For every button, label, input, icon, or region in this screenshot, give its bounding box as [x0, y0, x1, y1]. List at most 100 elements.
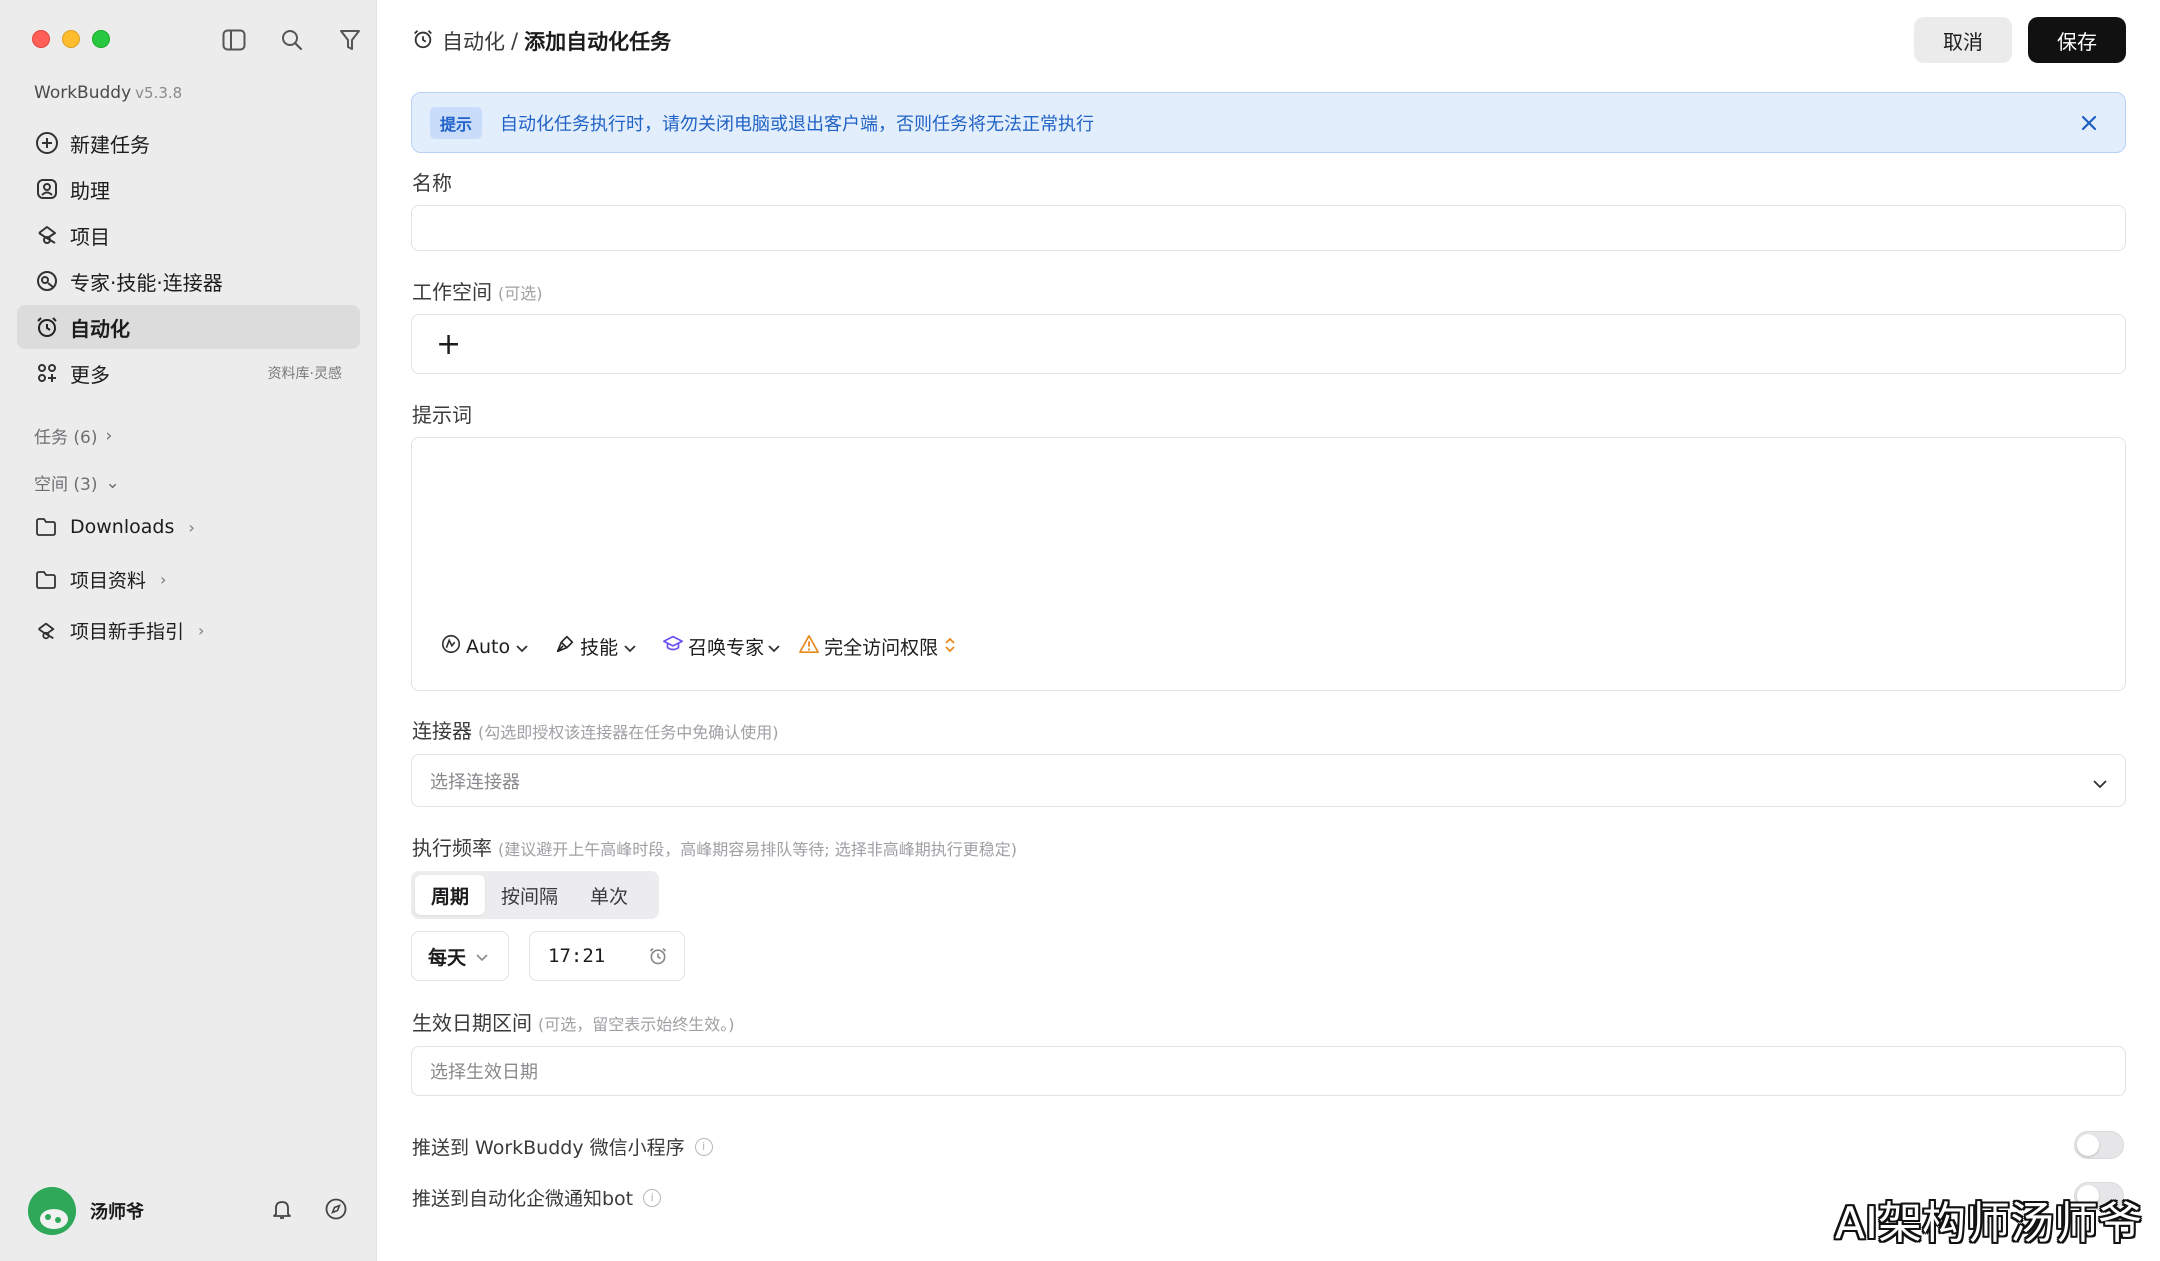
app-title: WorkBuddy: [34, 83, 132, 103]
compass-icon[interactable]: [324, 1197, 348, 1225]
user-actions: [270, 1197, 348, 1225]
date-range-picker[interactable]: 选择生效日期: [411, 1046, 2126, 1096]
push-wechat-label: 推送到 WorkBuddy 微信小程序: [412, 1137, 685, 1159]
sidebar-item-automation[interactable]: 自动化: [17, 305, 360, 349]
sidebar-item-sublabel: 资料库·灵感: [267, 366, 342, 382]
model-icon: [440, 633, 466, 660]
space-item-label: Downloads: [70, 516, 175, 538]
notice-message: 自动化任务执行时，请勿关闭电脑或退出客户端，否则任务将无法正常执行: [500, 113, 1095, 135]
prompt-label-text: 提示词: [412, 403, 472, 427]
sidebar-item-assistant[interactable]: 助理: [17, 167, 360, 211]
page-title: 添加自动化任务: [524, 30, 672, 54]
filter-icon[interactable]: [334, 24, 366, 56]
close-window-button[interactable]: [32, 30, 50, 48]
main-panel: 自动化 / 添加自动化任务 取消 保存 提示 自动化任务执行时，请勿关闭电脑或退…: [378, 0, 2160, 1261]
sidebar-item-new-task[interactable]: 新建任务: [17, 121, 360, 165]
chevron-down-icon: ⌄: [105, 472, 120, 493]
push-wechat-toggle[interactable]: [2074, 1131, 2124, 1159]
push-wechat-row: 推送到 WorkBuddy 微信小程序 i: [412, 1133, 713, 1160]
cancel-button[interactable]: 取消: [1914, 17, 2012, 63]
frequency-option-periodic[interactable]: 周期: [415, 875, 486, 915]
watermark: AI架构师汤师爷: [1834, 1198, 2142, 1249]
zoom-window-button[interactable]: [92, 30, 110, 48]
chevron-right-icon: ›: [160, 570, 167, 589]
frequency-segmented-control: 周期 按间隔 单次: [411, 871, 659, 919]
alarm-clock-icon: [412, 28, 434, 55]
expert-label: 召唤专家: [688, 637, 765, 659]
alarm-clock-icon: [648, 946, 668, 971]
minimize-window-button[interactable]: [62, 30, 80, 48]
push-wecom-row: 推送到自动化企微通知bot i: [412, 1184, 662, 1211]
breadcrumb-parent[interactable]: 自动化: [442, 26, 505, 56]
sidebar-item-more[interactable]: 更多 资料库·灵感: [17, 351, 360, 395]
spaces-group-label: 空间 (3): [34, 475, 98, 495]
space-item-project-materials[interactable]: 项目资料 ›: [34, 566, 166, 593]
folder-icon: [34, 515, 58, 539]
frequency-option-interval[interactable]: 按间隔: [485, 875, 574, 915]
skills-selector[interactable]: 技能: [554, 633, 640, 660]
expert-icon: [34, 268, 60, 294]
breadcrumb: 自动化 / 添加自动化任务: [412, 26, 671, 56]
bell-icon[interactable]: [270, 1197, 294, 1225]
workspace-picker[interactable]: +: [411, 314, 2126, 374]
grid-icon: [34, 360, 60, 386]
info-icon[interactable]: i: [643, 1188, 662, 1207]
connector-hint: (勾选即授权该连接器在任务中免确认使用): [478, 723, 779, 742]
space-item-project-guide[interactable]: 项目新手指引 ›: [34, 617, 204, 644]
prompt-toolbar: Auto 技能 召唤专家 完全访问权限: [440, 633, 982, 660]
avatar[interactable]: [28, 1187, 76, 1235]
sidebar-item-label: 助理: [70, 178, 110, 203]
app-version: v5.3.8: [135, 84, 183, 102]
frequency-option-once[interactable]: 单次: [574, 875, 644, 915]
window-controls: [32, 30, 110, 48]
folder-icon: [34, 568, 58, 592]
tasks-group-label: 任务 (6): [34, 428, 98, 448]
alarm-clock-icon: [34, 314, 60, 340]
connector-select[interactable]: 选择连接器: [411, 754, 2126, 807]
close-icon[interactable]: [2075, 109, 2103, 137]
repeat-select[interactable]: 每天: [411, 931, 509, 981]
sidebar-item-label: 更多: [70, 362, 110, 387]
chevron-down-icon: [516, 636, 532, 658]
time-input[interactable]: 17:21: [529, 931, 685, 981]
connector-label-text: 连接器: [412, 719, 472, 743]
expert-selector[interactable]: 召唤专家: [662, 633, 784, 660]
chevron-down-icon: [624, 636, 640, 658]
name-input[interactable]: [411, 205, 2126, 251]
add-workspace-button[interactable]: +: [430, 327, 461, 362]
info-icon[interactable]: i: [694, 1137, 713, 1156]
date-range-hint: (可选，留空表示始终生效。): [538, 1015, 735, 1034]
sidebar-item-label: 自动化: [70, 316, 130, 341]
chevron-right-icon: ›: [105, 425, 113, 446]
tasks-group-toggle[interactable]: 任务 (6) ›: [34, 423, 113, 449]
sidebar-item-label: 项目: [70, 224, 110, 249]
sidebar-item-project[interactable]: 项目: [17, 213, 360, 257]
warning-icon: [798, 634, 824, 659]
sidebar-item-label: 专家·技能·连接器: [70, 270, 223, 295]
spaces-group-toggle[interactable]: 空间 (3) ⌄: [34, 470, 120, 496]
workspace-label: 工作空间 (可选): [412, 276, 543, 305]
save-button[interactable]: 保存: [2028, 17, 2126, 63]
breadcrumb-separator: /: [511, 29, 519, 53]
model-selector[interactable]: Auto: [440, 633, 532, 660]
sidebar-item-label: 新建任务: [70, 132, 150, 157]
prompt-label: 提示词: [412, 399, 472, 428]
name-label-text: 名称: [412, 171, 452, 195]
app-name: WorkBuddy v5.3.8: [34, 83, 182, 103]
repeat-value: 每天: [428, 946, 467, 969]
notice-banner: 提示 自动化任务执行时，请勿关闭电脑或退出客户端，否则任务将无法正常执行: [411, 92, 2126, 153]
workspace-label-text: 工作空间: [412, 280, 492, 304]
sidebar-item-experts[interactable]: 专家·技能·连接器: [17, 259, 360, 303]
access-label: 完全访问权限: [824, 637, 939, 659]
date-range-placeholder: 选择生效日期: [430, 1062, 538, 1083]
time-value: 17:21: [548, 945, 606, 967]
toggle-knob: [2077, 1134, 2099, 1156]
search-icon[interactable]: [276, 24, 308, 56]
frequency-label: 执行频率 (建议避开上午高峰时段，高峰期容易排队等待; 选择非高峰期执行更稳定): [412, 832, 1017, 861]
space-item-label: 项目新手指引: [70, 621, 185, 643]
access-selector[interactable]: 完全访问权限: [798, 633, 960, 660]
space-item-downloads[interactable]: Downloads ›: [34, 515, 195, 539]
model-label: Auto: [466, 635, 511, 658]
sidebar-toggle-icon[interactable]: [218, 24, 250, 56]
pen-icon: [554, 633, 580, 660]
